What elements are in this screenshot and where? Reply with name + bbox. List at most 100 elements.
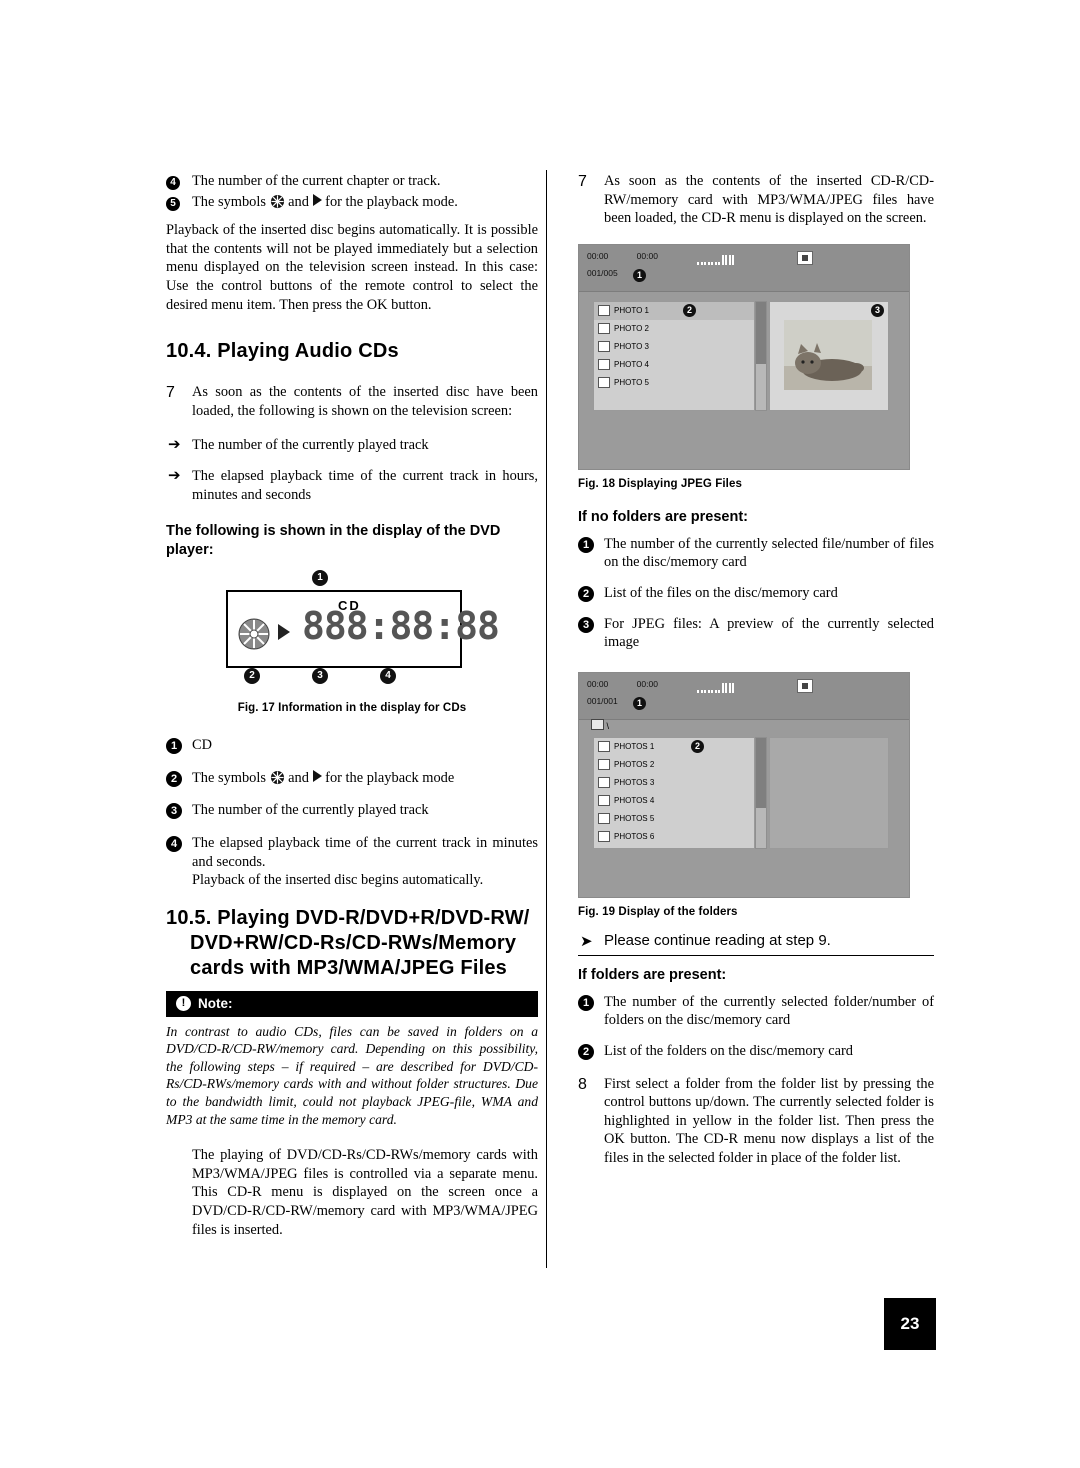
file-name: PHOTO 2 [614, 324, 649, 334]
left-column: 4 The number of the current chapter or t… [166, 172, 538, 1239]
shuffle-icon [270, 194, 285, 209]
list-item[interactable]: PHOTOS 6 [594, 828, 754, 846]
display-badge-3: 3 [312, 668, 328, 685]
figure-17-caption: Fig. 17 Information in the display for C… [237, 702, 467, 715]
heading-10-5-line-2: DVD+RW/CD-Rs/CD-RWs/Memory [190, 931, 517, 954]
screen-badge-3: 3 [871, 303, 884, 317]
continue-text: Please continue reading at step 9. [604, 931, 831, 949]
page-number: 23 [884, 1298, 936, 1350]
list-item-4-text: The number of the current chapter or tra… [192, 173, 441, 189]
bullet-1: 1 [578, 536, 594, 555]
list-item-5-mid: and [288, 193, 309, 210]
breadcrumb: \ [591, 718, 609, 731]
scrollbar[interactable] [755, 736, 767, 849]
folder-icon [598, 795, 610, 807]
arrow-icon: ➔ [168, 437, 181, 454]
list-item-4b: 4 The elapsed playback time of the curre… [166, 834, 538, 871]
list-item[interactable]: PHOTOS 4 [594, 792, 754, 810]
paragraph-playing-controls: The playing of DVD/CD-Rs/CD-RWs/memory c… [192, 1147, 538, 1238]
nofolders-item-3: 3 For JPEG files: A preview of the curre… [578, 615, 934, 652]
arrow-item-2-text: The elapsed playback time of the current… [192, 467, 538, 503]
screen-times: 00:00 00:00 001/005 [587, 251, 658, 278]
image-preview [769, 300, 889, 411]
step-7-left: 7 As soon as the contents of the inserte… [166, 383, 538, 420]
play-icon [312, 193, 322, 206]
right-column: 7 As soon as the contents of the inserte… [578, 172, 934, 1170]
disc-icon [238, 618, 270, 650]
step-7-number: 7 [166, 384, 175, 402]
step-8: 8 First select a folder from the folder … [578, 1075, 934, 1168]
cat-photo [784, 319, 872, 390]
folder-icon [598, 813, 610, 825]
list-item[interactable]: PHOTO 4 [594, 356, 754, 374]
folder-name: PHOTOS 2 [614, 760, 655, 770]
folder-name: PHOTOS 6 [614, 832, 655, 842]
file-icon [598, 305, 610, 317]
list-item[interactable]: PHOTOS 1 [594, 738, 754, 756]
figure-18-screen: 00:00 00:00 001/005 1 PHOTO 1 PHOTO 2 PH… [578, 243, 910, 470]
nofolders-item-3-text: For JPEG files: A preview of the current… [604, 615, 934, 651]
display-panel: CD 888:88:88 [226, 590, 500, 669]
heading-10-4: 10.4. Playing Audio CDs [166, 340, 399, 363]
scrollbar-thumb[interactable] [756, 301, 766, 364]
bullet-2: 2 [578, 1043, 594, 1062]
bullet-1: 1 [578, 994, 594, 1013]
list-item-3b-text: The number of the currently played track [192, 802, 429, 819]
note-bar: ! Note: [166, 990, 538, 1017]
folder-counter: 001/001 [587, 695, 618, 706]
list-item[interactable]: PHOTOS 5 [594, 810, 754, 828]
file-icon [598, 341, 610, 353]
note-icon: ! [176, 996, 191, 1012]
list-item-5-pre: The symbols [192, 193, 266, 210]
step-7-right-text: As soon as the contents of the inserted … [604, 173, 934, 227]
list-item[interactable]: PHOTO 3 [594, 338, 754, 356]
display-play-icon [278, 624, 290, 641]
figure-19-caption: Fig. 19 Display of the folders [578, 905, 738, 918]
step-7-text: As soon as the contents of the inserted … [192, 384, 538, 419]
list-item-5-post: for the playback mode. [325, 193, 458, 210]
screen-badge-2: 2 [691, 739, 704, 753]
nofolders-item-1-text: The number of the currently selected fil… [604, 535, 934, 571]
play-icon [312, 769, 322, 782]
heading-10-5-line-3: cards with MP3/WMA/JPEG Files [190, 956, 507, 979]
subheading-display: The following is shown in the display of… [166, 523, 501, 559]
arrow-icon: ➔ [168, 467, 181, 484]
screen-footer [579, 438, 909, 469]
file-icon [598, 323, 610, 335]
folder-icon [598, 777, 610, 789]
time-right: 00:00 [636, 678, 658, 689]
screen-footer [579, 866, 909, 897]
bullet-3: 3 [578, 616, 594, 635]
display-badge-4: 4 [380, 668, 396, 685]
folder-icon [598, 831, 610, 843]
list-item[interactable]: PHOTO 2 [594, 320, 754, 338]
screen-badge-2: 2 [683, 303, 696, 317]
list-item[interactable]: PHOTO 1 [594, 301, 754, 320]
bullet-4: 4 [166, 173, 180, 192]
list-item-5: 5 The symbols and for the playback mode. [166, 193, 538, 212]
nofolders-item-1: 1 The number of the currently selected f… [578, 535, 934, 572]
figure-19-screen: 00:00 00:00 001/001 1 \ PHOTOS 1 PHOTOS … [578, 671, 910, 898]
step-8-text: First select a folder from the folder li… [604, 1075, 934, 1166]
folders-item-1: 1 The number of the currently selected f… [578, 993, 934, 1030]
scrollbar[interactable] [755, 300, 767, 411]
file-icon [598, 377, 610, 389]
file-list: PHOTO 1 PHOTO 2 PHOTO 3 PHOTO 4 PHOTO 5 [593, 300, 755, 411]
screen-badge-1: 1 [633, 696, 646, 710]
step-7-right: 7 As soon as the contents of the inserte… [578, 172, 934, 228]
folder-name: PHOTOS 4 [614, 796, 655, 806]
list-item[interactable]: PHOTOS 2 [594, 756, 754, 774]
figure-18-caption: Fig. 18 Displaying JPEG Files [578, 477, 742, 490]
screen-badge-1: 1 [633, 268, 646, 282]
list-item[interactable]: PHOTO 5 [594, 374, 754, 392]
screen-status-bar: 00:00 00:00 001/001 1 [579, 672, 909, 720]
scrollbar-thumb[interactable] [756, 737, 766, 808]
file-name: PHOTO 4 [614, 360, 649, 370]
level-meter-icon [697, 253, 736, 265]
bullet-5: 5 [166, 194, 180, 213]
list-item[interactable]: PHOTOS 3 [594, 774, 754, 792]
step-8-number: 8 [578, 1075, 587, 1093]
arrow-icon: ➤ [580, 932, 593, 950]
arrow-item-2: ➔ The elapsed playback time of the curre… [166, 467, 538, 504]
nofolders-item-2: 2 List of the files on the disc/memory c… [578, 584, 934, 603]
